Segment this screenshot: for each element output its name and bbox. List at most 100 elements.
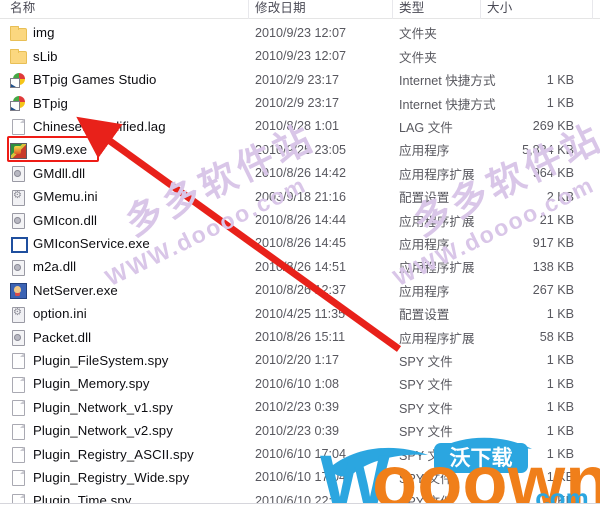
file-size-cell: 1 KB — [546, 447, 574, 462]
file-type-cell: 应用程序 — [399, 144, 450, 159]
file-name-cell[interactable]: Plugin_Registry_Wide.spy — [10, 466, 189, 489]
table-row[interactable]: Plugin_Network_v2.spy 2010/2/23 0:39 SPY 文… — [0, 419, 600, 442]
file-size-cell — [487, 45, 574, 68]
file-name-cell[interactable]: option.ini — [10, 302, 87, 325]
netserver-icon — [10, 282, 27, 300]
column-divider-type[interactable] — [392, 0, 393, 19]
file-name-cell[interactable]: BTpig Games Studio — [10, 68, 156, 91]
table-row[interactable]: m2a.dll 2010/8/26 14:51 应用程序扩展 138 KB — [0, 255, 600, 278]
document-icon — [10, 446, 26, 464]
table-row[interactable]: GMdll.dll 2010/8/26 14:42 应用程序扩展 964 KB — [0, 162, 600, 185]
column-header-name[interactable]: 名称 — [10, 0, 35, 16]
file-name-cell[interactable]: Plugin_Registry_ASCII.spy — [10, 442, 194, 465]
file-size-cell — [487, 21, 574, 44]
file-name-label: GMdll.dll — [33, 165, 86, 181]
document-icon — [10, 423, 26, 440]
file-size-cell: 964 KB — [532, 166, 574, 181]
file-name-cell[interactable]: BTpig — [10, 91, 68, 114]
file-size-cell: 2 KB — [546, 189, 574, 204]
file-date-cell: 2010/6/10 17:04 — [255, 470, 347, 485]
file-name-cell[interactable]: img — [10, 21, 55, 44]
file-name-cell[interactable]: GMIconService.exe — [10, 232, 150, 255]
column-divider-size[interactable] — [480, 0, 481, 19]
file-name-label: sLib — [33, 48, 58, 64]
file-size-cell: 1 KB — [546, 376, 574, 391]
table-row[interactable]: Plugin_FileSystem.spy 2010/2/20 1:17 SPY 文… — [0, 349, 600, 372]
ini-icon — [10, 305, 26, 323]
file-name-cell[interactable]: Packet.dll — [10, 325, 91, 348]
table-row[interactable]: Packet.dll 2010/8/26 15:11 应用程序扩展 58 KB — [0, 325, 600, 348]
column-divider-end[interactable] — [592, 0, 593, 19]
file-name-cell[interactable]: Plugin_Network_v2.spy — [10, 419, 173, 442]
file-explorer-list-view[interactable]: 名称 修改日期 类型 大小 img 2010/9/23 12:07 文件夹 sLib 2… — [0, 0, 600, 511]
file-name-label: GMIconService.exe — [33, 235, 150, 251]
file-size-cell: 1 KB — [546, 306, 574, 321]
table-row[interactable]: img 2010/9/23 12:07 文件夹 — [0, 21, 600, 44]
column-header-date[interactable]: 修改日期 — [255, 0, 306, 16]
shortcut-arrow-icon — [11, 107, 16, 111]
column-header-type[interactable]: 类型 — [399, 0, 424, 16]
file-name-label: Packet.dll — [33, 329, 92, 345]
table-row[interactable]: Chinese.Simplified.lag 2010/8/28 1:01 LAG … — [0, 115, 600, 138]
gm9-app-icon — [10, 142, 27, 159]
file-size-cell: 1 KB — [546, 423, 574, 438]
document-icon — [10, 352, 26, 370]
file-date-cell: 2010/2/23 0:39 — [255, 400, 340, 415]
file-name-cell[interactable]: NetServer.exe — [10, 279, 118, 302]
file-date-cell: 2010/8/26 14:45 — [255, 236, 347, 251]
file-name-label: img — [33, 25, 55, 41]
table-row[interactable]: Plugin_Network_v1.spy 2010/2/23 0:39 SPY 文… — [0, 396, 600, 419]
table-row[interactable]: GM9.exe 2010/9/25 23:05 应用程序 5,834 KB — [0, 138, 600, 161]
file-type-cell: 配置设置 — [399, 191, 450, 206]
file-name-cell[interactable]: Plugin_Memory.spy — [10, 372, 150, 395]
file-name-cell[interactable]: m2a.dll — [10, 255, 76, 278]
file-name-cell[interactable]: Plugin_Network_v1.spy — [10, 396, 173, 419]
table-row[interactable]: GMIconService.exe 2010/8/26 14:45 应用程序 917 … — [0, 232, 600, 255]
file-date-cell: 2010/9/23 12:07 — [255, 49, 347, 64]
table-row[interactable]: option.ini 2010/4/25 11:35 配置设置 1 KB — [0, 302, 600, 325]
dll-icon — [10, 165, 26, 183]
file-type-cell: 应用程序扩展 — [399, 331, 475, 346]
document-icon — [10, 399, 26, 417]
file-date-cell: 2010/8/26 14:51 — [255, 259, 347, 274]
file-name-cell[interactable]: Chinese.Simplified.lag — [10, 115, 166, 138]
file-name-label: Plugin_Network_v1.spy — [33, 399, 173, 415]
file-name-cell[interactable]: GMemu.ini — [10, 185, 98, 208]
file-name-cell[interactable]: GMdll.dll — [10, 162, 85, 185]
table-row[interactable]: Plugin_Memory.spy 2010/6/10 1:08 SPY 文件 1 K… — [0, 372, 600, 395]
table-row[interactable]: BTpig 2010/2/9 23:17 Internet 快捷方式 1 KB — [0, 91, 600, 114]
file-date-cell: 2010/4/25 11:35 — [255, 306, 346, 321]
folder-icon — [10, 48, 27, 65]
file-type-cell: 文件夹 — [399, 27, 437, 42]
table-row[interactable]: GMemu.ini 2003/9/18 21:16 配置设置 2 KB — [0, 185, 600, 208]
file-type-cell: Internet 快捷方式 — [399, 74, 496, 89]
table-row[interactable]: GMIcon.dll 2010/8/26 14:44 应用程序扩展 21 KB — [0, 208, 600, 231]
file-size-cell: 269 KB — [532, 119, 574, 134]
column-divider-date[interactable] — [248, 0, 249, 19]
table-row[interactable]: Plugin_Registry_ASCII.spy 2010/6/10 17:04… — [0, 442, 600, 465]
dll-icon — [10, 329, 26, 347]
file-name-cell[interactable]: GM9.exe — [10, 138, 87, 161]
file-name-label: m2a.dll — [33, 259, 77, 275]
file-type-cell: SPY 文件 — [399, 425, 453, 440]
table-row[interactable]: BTpig Games Studio 2010/2/9 23:17 Internet… — [0, 68, 600, 91]
document-icon — [10, 118, 26, 136]
file-name-cell[interactable]: Plugin_FileSystem.spy — [10, 349, 169, 372]
file-date-cell: 2010/9/23 12:07 — [255, 25, 347, 40]
file-type-cell: LAG 文件 — [399, 120, 453, 135]
file-size-cell: 1 KB — [546, 353, 574, 368]
file-list-rows[interactable]: img 2010/9/23 12:07 文件夹 sLib 2010/9/23 12:07… — [0, 19, 600, 511]
file-size-cell: 1 KB — [546, 96, 574, 111]
internet-shortcut-icon — [10, 71, 26, 88]
file-name-label: NetServer.exe — [33, 282, 118, 298]
column-header-size[interactable]: 大小 — [487, 0, 512, 16]
table-row[interactable]: sLib 2010/9/23 12:07 文件夹 — [0, 45, 600, 68]
file-name-cell[interactable]: sLib — [10, 45, 58, 68]
file-date-cell: 2010/8/26 14:42 — [255, 166, 347, 181]
internet-shortcut-icon — [10, 95, 26, 112]
file-name-label: BTpig — [33, 95, 68, 111]
table-row[interactable]: NetServer.exe 2010/8/26 12:37 应用程序 267 KB — [0, 279, 600, 302]
file-date-cell: 2010/8/26 12:37 — [255, 283, 347, 298]
table-row[interactable]: Plugin_Registry_Wide.spy 2010/6/10 17:04 S… — [0, 466, 600, 489]
file-name-cell[interactable]: GMIcon.dll — [10, 208, 97, 231]
